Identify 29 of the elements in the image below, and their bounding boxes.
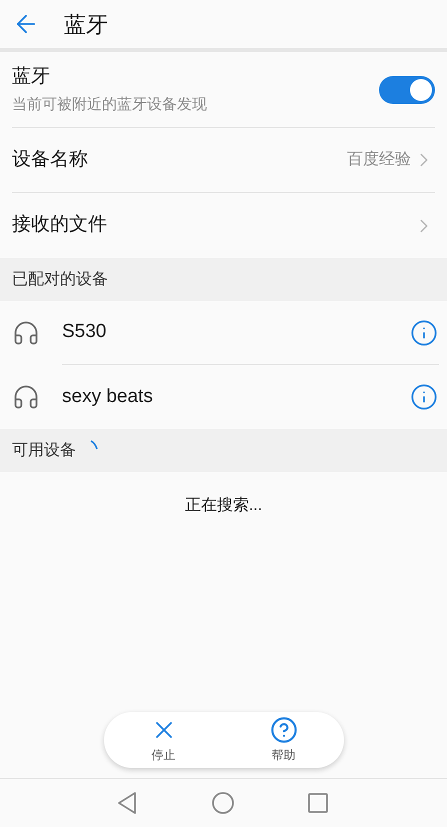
- page-title: 蓝牙: [64, 10, 108, 38]
- settings-row[interactable]: 设备名称 百度经验: [12, 128, 435, 193]
- device-row[interactable]: S530: [0, 301, 447, 365]
- help-icon: [270, 716, 298, 744]
- info-button[interactable]: [409, 318, 439, 348]
- help-button[interactable]: 帮助: [254, 716, 314, 764]
- searching-status: 正在搜索...: [184, 496, 262, 516]
- info-button[interactable]: [409, 382, 439, 412]
- settings-row[interactable]: 接收的文件: [12, 193, 435, 258]
- headphones-icon: [12, 383, 40, 411]
- triangle-back-icon: [116, 791, 138, 815]
- headphones-icon: [12, 319, 40, 347]
- device-row[interactable]: sexy beats: [0, 365, 447, 429]
- setting-description: 当前可被附近的蓝牙设备发现: [12, 94, 207, 114]
- setting-label: 设备名称: [12, 148, 88, 172]
- square-recents-icon: [307, 792, 330, 814]
- section-title: 已配对的设备: [12, 270, 108, 290]
- setting-label: 蓝牙: [12, 65, 51, 89]
- info-icon: [410, 383, 438, 411]
- section-title: 可用设备: [12, 440, 76, 460]
- info-icon: [410, 318, 438, 346]
- setting-value: 百度经验: [347, 150, 411, 170]
- setting-label: 接收的文件: [12, 213, 107, 238]
- circle-home-icon: [211, 791, 236, 815]
- home-nav-button[interactable]: [211, 791, 236, 815]
- device-name: S530: [62, 320, 106, 344]
- bluetooth-toggle[interactable]: [379, 76, 435, 104]
- device-name: sexy beats: [62, 384, 153, 409]
- stop-button[interactable]: 停止: [134, 716, 194, 764]
